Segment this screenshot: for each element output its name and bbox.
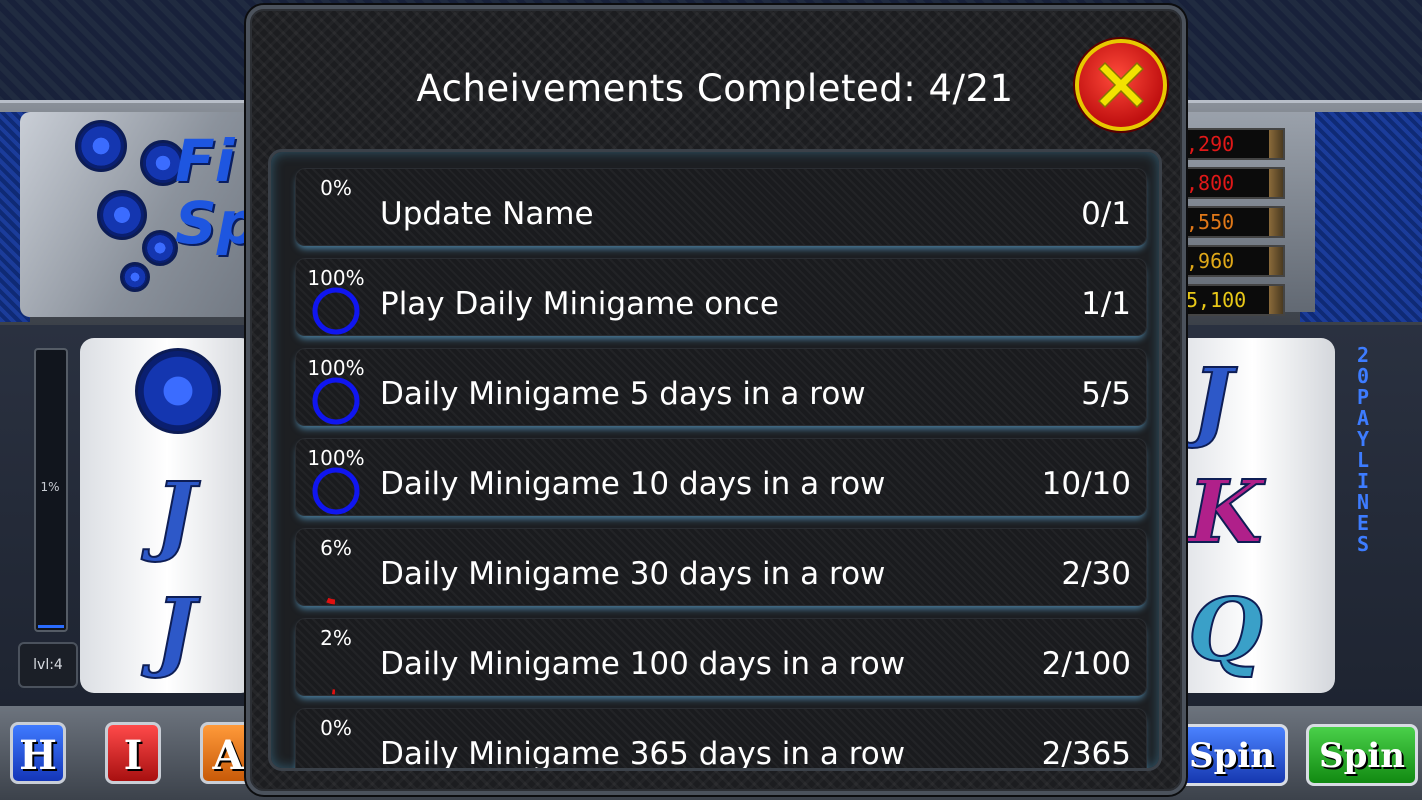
xp-progress-fill bbox=[38, 625, 64, 628]
achievement-count: 2/365 bbox=[1041, 736, 1131, 771]
progress-ring-icon bbox=[312, 287, 360, 335]
reel-symbol: Q bbox=[1187, 580, 1264, 681]
progress-ring-arc bbox=[312, 377, 360, 425]
achievement-row[interactable]: 6% Daily Minigame 30 days in a row 2/30 bbox=[295, 528, 1147, 606]
paytable: ,290 ,800 ,550 ,960 5,100 bbox=[1180, 128, 1285, 323]
spin-button-green[interactable]: Spin bbox=[1306, 724, 1418, 786]
progress-ring-icon bbox=[326, 597, 336, 605]
paytable-row: 5,100 bbox=[1180, 284, 1285, 316]
achievement-name: Daily Minigame 30 days in a row bbox=[380, 556, 886, 592]
paytable-row: ,960 bbox=[1180, 245, 1285, 277]
fidget-spinner-logo-icon bbox=[75, 120, 127, 172]
paytable-row: ,290 bbox=[1180, 128, 1285, 160]
achievement-row[interactable]: 100% Daily Minigame 10 days in a row 10/10 bbox=[295, 438, 1147, 516]
achievement-row[interactable]: 0% Update Name 0/1 bbox=[295, 168, 1147, 246]
achievement-count: 0/1 bbox=[1081, 196, 1131, 232]
achievement-name: Daily Minigame 365 days in a row bbox=[380, 736, 906, 771]
fidget-spinner-symbol-icon bbox=[135, 348, 221, 434]
progress-ring-icon bbox=[309, 194, 363, 248]
reel-symbol: J bbox=[154, 580, 197, 681]
reel-symbol: J bbox=[154, 464, 197, 565]
fidget-spinner-logo-icon bbox=[142, 230, 178, 266]
achievement-count: 10/10 bbox=[1041, 466, 1131, 502]
xp-percent-label: 1% bbox=[40, 480, 60, 494]
progress-ring-arc bbox=[312, 287, 360, 335]
achievement-row[interactable]: 0% Daily Minigame 365 days in a row 2/365 bbox=[295, 708, 1147, 771]
achievement-name: Daily Minigame 10 days in a row bbox=[380, 466, 886, 502]
achievement-row[interactable]: 2% Daily Minigame 100 days in a row 2/100 bbox=[295, 618, 1147, 696]
progress-ring-icon bbox=[331, 689, 336, 695]
achievement-count: 2/100 bbox=[1041, 646, 1131, 682]
achievements-dialog: Acheivements Completed: 4/21 0% Update Na… bbox=[246, 5, 1186, 795]
achievement-name: Daily Minigame 5 days in a row bbox=[380, 376, 866, 412]
achievement-name: Update Name bbox=[380, 196, 594, 232]
reel-right: J K Q bbox=[1170, 338, 1335, 693]
reel-symbol: J bbox=[1191, 350, 1234, 451]
dialog-title: Acheivements Completed: 4/21 bbox=[416, 67, 1014, 110]
level-badge: lvl:4 bbox=[18, 642, 78, 688]
progress-ring-arc bbox=[326, 597, 336, 605]
fidget-spinner-logo-icon bbox=[120, 262, 150, 292]
close-button[interactable] bbox=[1075, 39, 1167, 131]
achievement-count: 2/30 bbox=[1061, 556, 1131, 592]
h-button[interactable]: H bbox=[10, 722, 66, 784]
paylines-label: 20PAYLINES bbox=[1356, 343, 1370, 556]
fidget-spinner-logo-icon bbox=[97, 190, 147, 240]
achievement-count: 5/5 bbox=[1081, 376, 1131, 412]
paytable-row: ,550 bbox=[1180, 206, 1285, 238]
progress-ring-icon bbox=[312, 467, 360, 515]
achievements-list[interactable]: 0% Update Name 0/1 100% Play Daily Minigame … bbox=[268, 149, 1162, 771]
achievement-row[interactable]: 100% Play Daily Minigame once 1/1 bbox=[295, 258, 1147, 336]
achievement-row[interactable]: 100% Daily Minigame 5 days in a row 5/5 bbox=[295, 348, 1147, 426]
right-stripe-decoration bbox=[1300, 112, 1422, 322]
achievement-name: Play Daily Minigame once bbox=[380, 286, 779, 322]
paytable-row: ,800 bbox=[1180, 167, 1285, 199]
progress-ring-icon bbox=[312, 377, 360, 425]
progress-ring-icon bbox=[309, 734, 363, 771]
i-button[interactable]: I bbox=[105, 722, 161, 784]
progress-ring-arc bbox=[312, 467, 360, 515]
close-x-icon bbox=[1097, 61, 1145, 109]
reel-symbol: K bbox=[1187, 462, 1264, 563]
achievement-name: Daily Minigame 100 days in a row bbox=[380, 646, 906, 682]
spin-button-blue[interactable]: Spin bbox=[1176, 724, 1288, 786]
achievement-count: 1/1 bbox=[1081, 286, 1131, 322]
reel-left: J J bbox=[80, 338, 255, 693]
